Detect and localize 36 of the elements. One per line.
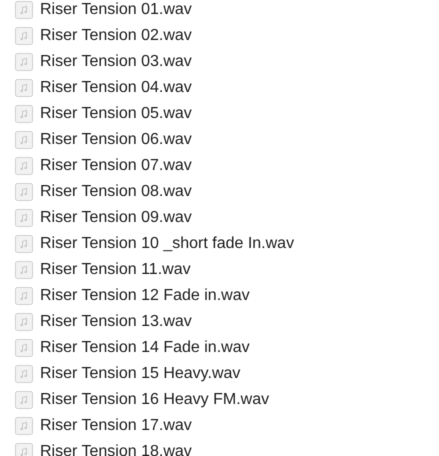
audio-file-icon bbox=[15, 27, 33, 45]
audio-file-icon bbox=[15, 53, 33, 71]
audio-file-icon bbox=[15, 1, 33, 19]
file-name[interactable]: Riser Tension 03.wav bbox=[40, 53, 192, 71]
audio-file-icon bbox=[15, 105, 33, 123]
file-name[interactable]: Riser Tension 13.wav bbox=[40, 313, 192, 331]
audio-file-icon bbox=[15, 261, 33, 279]
file-name[interactable]: Riser Tension 12 Fade in.wav bbox=[40, 287, 250, 305]
file-name[interactable]: Riser Tension 05.wav bbox=[40, 105, 192, 123]
audio-file-icon bbox=[15, 79, 33, 97]
audio-file-icon bbox=[15, 443, 33, 456]
file-name[interactable]: Riser Tension 04.wav bbox=[40, 79, 192, 97]
file-name[interactable]: Riser Tension 06.wav bbox=[40, 131, 192, 149]
file-name[interactable]: Riser Tension 02.wav bbox=[40, 27, 192, 45]
file-name[interactable]: Riser Tension 08.wav bbox=[40, 183, 192, 201]
audio-file-icon bbox=[15, 131, 33, 149]
audio-file-icon bbox=[15, 417, 33, 435]
audio-file-icon bbox=[15, 157, 33, 175]
file-name[interactable]: Riser Tension 07.wav bbox=[40, 157, 192, 175]
file-name[interactable]: Riser Tension 18.wav bbox=[40, 443, 192, 456]
file-name[interactable]: Riser Tension 09.wav bbox=[40, 209, 192, 227]
audio-file-icon bbox=[15, 183, 33, 201]
file-name[interactable]: Riser Tension 16 Heavy FM.wav bbox=[40, 391, 270, 409]
audio-file-icon bbox=[15, 235, 33, 253]
file-name[interactable]: Riser Tension 10 _short fade In.wav bbox=[40, 235, 294, 253]
file-name[interactable]: Riser Tension 15 Heavy.wav bbox=[40, 365, 240, 383]
file-name[interactable]: Riser Tension 17.wav bbox=[40, 417, 192, 435]
audio-file-icon bbox=[15, 287, 33, 305]
audio-file-icon bbox=[15, 209, 33, 227]
file-name[interactable]: Riser Tension 11.wav bbox=[40, 261, 191, 279]
audio-file-icon bbox=[15, 339, 33, 357]
file-name[interactable]: Riser Tension 01.wav bbox=[40, 1, 192, 19]
file-name[interactable]: Riser Tension 14 Fade in.wav bbox=[40, 339, 250, 357]
audio-file-icon bbox=[15, 391, 33, 409]
audio-file-icon bbox=[15, 313, 33, 331]
audio-file-icon bbox=[15, 365, 33, 383]
